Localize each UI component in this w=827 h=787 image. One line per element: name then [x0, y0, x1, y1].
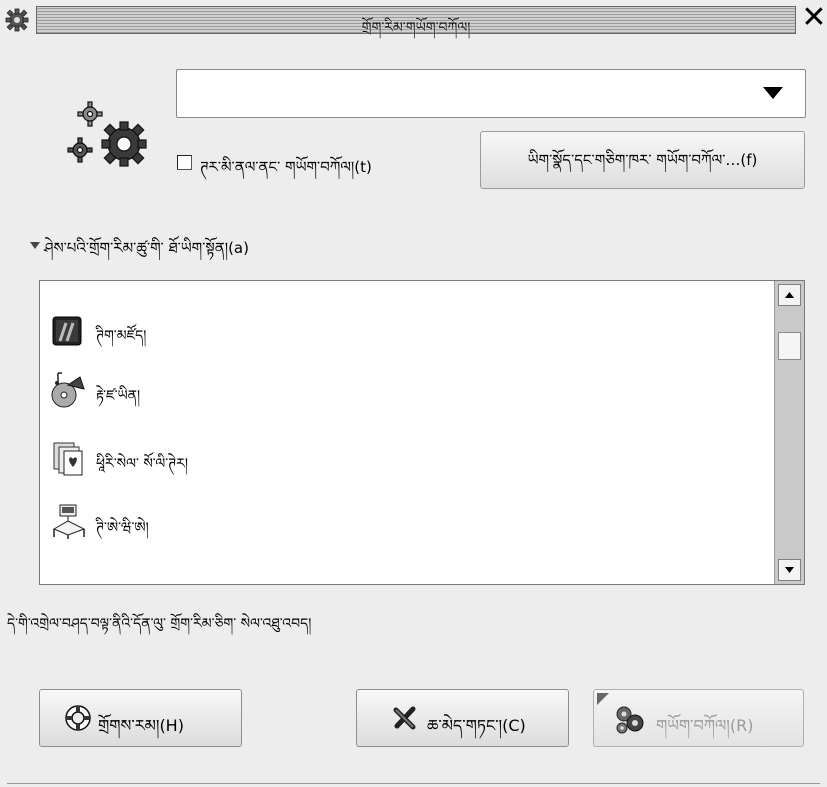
list-scrollbar[interactable]	[774, 281, 804, 584]
help-button[interactable]: གྲོགས་རམ།(H)	[39, 689, 242, 747]
show-known-apps-expander[interactable]: ཤེས་པའི་གྲོག་རིམ་ཚུ་གི་ ཐོ་ཡིག་སྟོན།(a)	[44, 232, 249, 274]
run-button-label: གཡོག་བཀོལ།(R)	[656, 716, 754, 735]
solitaire-cards-icon	[53, 442, 83, 476]
app-description-text: དེ་གི་འགྲེལ་བཤད་བལྟ་ནིའི་དོན་ལུ་ གྲོག་རི…	[7, 616, 312, 632]
triangle-up-icon	[785, 292, 794, 298]
list-item-label: ཕཱིརི་སེལ་ སོ་ལི་ཊེར།	[96, 456, 188, 472]
run-in-terminal-label[interactable]: ཊར་མི་ནལ་ནང་ གཡོག་བཀོལ།(t)	[200, 151, 372, 193]
window-bottom-border	[7, 783, 820, 784]
command-combo-box[interactable]	[176, 69, 806, 118]
help-button-label: གྲོགས་རམ།(H)	[98, 716, 184, 735]
application-list[interactable]: ཊིག་མཛོད། རྟེ་ཛ་ཡིན། ཕཱིརི་སེལ་ སོ་ལི་ཊེ…	[39, 280, 805, 585]
list-item-label: ཊིག་མཛོད།	[96, 328, 147, 344]
expander-arrow-icon[interactable]	[30, 242, 40, 249]
scrollbar-thumb[interactable]	[778, 332, 801, 360]
gear-icon[interactable]	[4, 7, 30, 33]
network-icon	[52, 504, 86, 539]
scroll-down-button[interactable]	[778, 559, 801, 581]
default-corner-icon	[597, 693, 609, 705]
window-title: གྲོག་རིམ་གཡོག་བཀོལ།	[361, 20, 471, 36]
terminal-icon	[52, 316, 82, 346]
cancel-button[interactable]: ཆ་མེད་གཏང་།(C)	[356, 689, 569, 747]
lifebuoy-icon	[65, 705, 91, 731]
title-bar-drag-area[interactable]: གྲོག་རིམ་གཡོག་བཀོལ།	[36, 6, 796, 36]
run-gears-icon	[616, 706, 644, 734]
title-bar: གྲོག་རིམ་གཡོག་བཀོལ། ✕	[0, 0, 827, 38]
scroll-up-button[interactable]	[778, 284, 801, 306]
run-with-file-button[interactable]: ཡིག་སྣོད་དང་གཅིག་ཁར་ གཡོག་བཀོལ་…(f)	[480, 131, 805, 189]
triangle-down-icon	[785, 567, 794, 573]
run-button[interactable]: གཡོག་བཀོལ།(R)	[593, 689, 804, 747]
chevron-down-icon[interactable]	[763, 87, 783, 99]
close-icon[interactable]: ✕	[801, 2, 827, 34]
run-in-terminal-checkbox[interactable]	[177, 155, 192, 170]
list-item-label: རྟེ་ཛ་ཡིན།	[96, 388, 141, 404]
media-player-icon	[51, 372, 85, 408]
cross-icon	[393, 706, 416, 730]
gears-icon	[67, 101, 147, 167]
cancel-button-label: ཆ་མེད་གཏང་།(C)	[427, 716, 526, 735]
list-item-label: ཊི་ཨེ་ཝི་ཨེ།	[96, 520, 149, 536]
